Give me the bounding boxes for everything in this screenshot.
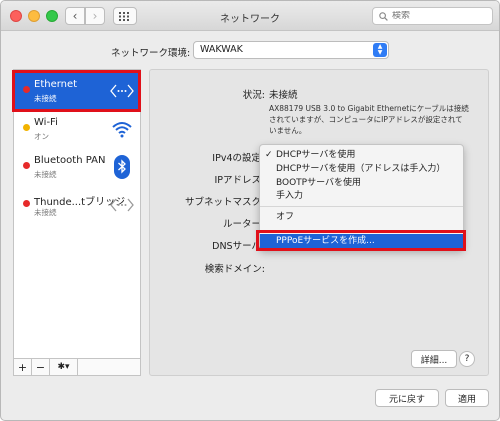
search-domain-label: 検索ドメイン: [204, 264, 265, 275]
menu-item-label: DHCPサーバを使用（アドレスは手入力） [276, 164, 446, 174]
service-name: Bluetooth PAN [34, 155, 106, 166]
search-field[interactable] [372, 7, 493, 25]
status-value: 未接続 [269, 90, 298, 101]
apply-button[interactable]: 適用 [445, 389, 489, 407]
router-label: ルーター [222, 219, 261, 230]
menu-item-label: BOOTPサーバを使用 [276, 178, 362, 188]
menu-item-off[interactable]: オフ [260, 211, 463, 224]
status-description: AX88179 USB 3.0 to Gigabit Ethernetにケーブル… [269, 104, 469, 135]
service-item-thunderbolt-bridge[interactable]: Thunde...tブリッジ 未接続 [14, 186, 140, 224]
service-status: 未接続 [34, 170, 57, 179]
ip-address-label: IPアドレス [214, 175, 261, 186]
menu-item-manual[interactable]: 手入力 [260, 190, 463, 203]
add-service-button[interactable]: + [14, 359, 32, 375]
service-name: Wi-Fi [34, 117, 58, 128]
service-status: 未接続 [34, 208, 57, 217]
location-select[interactable]: WAKWAK ▲ ▼ [193, 41, 389, 59]
ipv4-config-label: IPv4の設定 [212, 153, 261, 164]
status-dot [23, 124, 30, 131]
service-list-toolbar: + − ✱▾ [13, 358, 141, 376]
subnet-mask-label: サブネットマスク [184, 197, 261, 208]
status-dot [23, 162, 30, 169]
bluetooth-icon [110, 155, 134, 179]
remove-service-button[interactable]: − [32, 359, 50, 375]
thunderbolt-bridge-icon [110, 193, 134, 217]
ethernet-highlight-box [12, 70, 141, 112]
search-icon [379, 11, 388, 21]
menu-item-dhcp[interactable]: ✓ DHCPサーバを使用 [260, 149, 463, 162]
service-status: オン [34, 132, 49, 141]
search-input[interactable] [392, 11, 482, 21]
service-item-wifi[interactable]: Wi-Fi オン [14, 110, 140, 148]
revert-button[interactable]: 元に戻す [375, 389, 439, 407]
menu-item-label: 手入力 [276, 191, 304, 201]
checkmark-icon: ✓ [265, 150, 273, 160]
service-item-bluetooth-pan[interactable]: Bluetooth PAN 未接続 [14, 148, 140, 186]
service-list: Ethernet 未接続 Wi-Fi オン Bluetooth PAN 未接続 … [13, 69, 141, 359]
menu-item-bootp[interactable]: BOOTPサーバを使用 [260, 177, 463, 190]
menu-separator [260, 206, 463, 207]
advanced-button[interactable]: 詳細... [411, 350, 457, 368]
menu-item-dhcp-manual[interactable]: DHCPサーバを使用（アドレスは手入力） [260, 163, 463, 176]
help-button[interactable]: ? [459, 351, 475, 367]
dns-server-label: DNSサーバ [212, 241, 261, 252]
updown-arrows-icon: ▲ ▼ [373, 43, 387, 57]
location-value: WAKWAK [200, 44, 243, 55]
title-bar: ‹ › ネットワーク [1, 1, 499, 31]
location-label: ネットワーク環境: [111, 48, 191, 59]
menu-item-label: オフ [276, 212, 295, 222]
gear-menu-button[interactable]: ✱▾ [50, 359, 78, 375]
pppoe-highlight-box [256, 230, 466, 251]
status-label: 状況: [242, 90, 265, 101]
status-dot [23, 200, 30, 207]
wifi-icon [110, 117, 134, 141]
network-preferences-window: ‹ › ネットワーク ネットワーク環境: WAKWAK ▲▼ [0, 0, 500, 421]
menu-item-label: DHCPサーバを使用 [276, 150, 356, 160]
